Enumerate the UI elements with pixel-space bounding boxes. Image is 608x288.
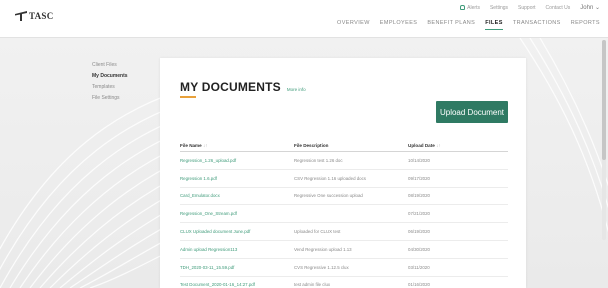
column-header-file-name[interactable]: File Name ↓↑: [180, 143, 294, 148]
table-row: Admin upload Regression113 Vend Regressi…: [180, 241, 508, 259]
sort-icon: ↓↑: [436, 143, 441, 148]
title-row: MY DOCUMENTS More info: [180, 80, 306, 94]
top-bar: TASC Alerts Settings Support Contact Us …: [0, 0, 608, 38]
documents-table: File Name ↓↑ File Description Upload Dat…: [180, 140, 508, 288]
sort-icon: ↓↑: [202, 143, 208, 148]
upload-date: 07/21/2020: [408, 211, 430, 217]
nav-employees[interactable]: EMPLOYEES: [380, 20, 418, 30]
upload-date: 04/30/2020: [408, 246, 430, 252]
sidebar-menu: Client Files My Documents Templates File…: [92, 62, 128, 101]
table-row: Card_Emulator.docx Regressive One succes…: [180, 188, 508, 206]
upload-date: 06/19/2020: [408, 229, 430, 235]
utility-nav: Alerts Settings Support Contact Us John …: [460, 4, 600, 11]
file-name-link[interactable]: Regression 1.6.pdf: [180, 176, 294, 181]
file-description: Regression test 1.26 doc: [294, 157, 343, 163]
sidebar-item-file-settings[interactable]: File Settings: [92, 95, 128, 101]
file-description: CVS Regressive 1.12.5 clux: [294, 264, 349, 270]
table-header: File Name ↓↑ File Description Upload Dat…: [180, 140, 508, 152]
file-name-link[interactable]: Regression_1.26_upload.pdf: [180, 158, 294, 163]
page-title: MY DOCUMENTS: [180, 80, 281, 94]
scrollbar-thumb[interactable]: [602, 40, 606, 160]
table-row: TDH_2020-03-11_15.59.pdf CVS Regressive …: [180, 259, 508, 277]
nav-transactions[interactable]: TRANSACTIONS: [513, 20, 561, 30]
upload-date: 03/11/2020: [408, 264, 430, 270]
alerts-link[interactable]: Alerts: [460, 5, 480, 11]
nav-overview[interactable]: OVERVIEW: [337, 20, 370, 30]
table-row: Test Document_2020-01-16_14:27.pdf test …: [180, 277, 508, 288]
support-link[interactable]: Support: [518, 5, 536, 11]
nav-files[interactable]: FILES: [485, 20, 503, 30]
nav-benefit-plans[interactable]: BENEFIT PLANS: [427, 20, 475, 30]
file-description: Regressive One succession upload: [294, 193, 363, 199]
sidebar-item-templates[interactable]: Templates: [92, 84, 128, 90]
upload-date: 01/16/2020: [408, 282, 430, 288]
file-name-link[interactable]: TDH_2020-03-11_15.59.pdf: [180, 265, 294, 270]
file-description: Uploaded for CLUX test: [294, 229, 341, 235]
table-row: CLUX Uploaded document June.pdf Uploaded…: [180, 223, 508, 241]
sidebar-item-my-documents[interactable]: My Documents: [92, 73, 128, 79]
table-row: Regression_1.26_upload.pdf Regression te…: [180, 152, 508, 170]
nav-reports[interactable]: REPORTS: [571, 20, 600, 30]
alerts-label: Alerts: [467, 4, 480, 11]
column-header-upload-date[interactable]: Upload Date ↓↑: [408, 143, 508, 148]
file-name-link[interactable]: Test Document_2020-01-16_14:27.pdf: [180, 282, 294, 287]
main-nav: OVERVIEW EMPLOYEES BENEFIT PLANS FILES T…: [337, 20, 600, 30]
page-scrollbar[interactable]: [602, 40, 606, 240]
bell-icon: [460, 5, 466, 10]
tasc-logo-icon: [15, 11, 27, 21]
upload-document-button[interactable]: Upload Document: [436, 101, 508, 123]
title-underline: [180, 96, 196, 98]
file-name-link[interactable]: Regression_One_Stream.pdf: [180, 211, 294, 216]
file-name-link[interactable]: Card_Emulator.docx: [180, 193, 294, 198]
more-info-link[interactable]: More info: [287, 87, 306, 92]
settings-link[interactable]: Settings: [490, 5, 508, 11]
sidebar-item-client-files[interactable]: Client Files: [92, 62, 128, 68]
upload-date: 09/17/2020: [408, 175, 430, 181]
logo-text: TASC: [29, 11, 54, 21]
table-row: Regression_One_Stream.pdf 07/21/2020: [180, 205, 508, 224]
table-row: Regression 1.6.pdf CSV Regression 1.16 u…: [180, 170, 508, 188]
file-name-link[interactable]: Admin upload Regression113: [180, 247, 294, 252]
file-description: Vend Regression upload 1.13: [294, 246, 352, 252]
tasc-logo[interactable]: TASC: [14, 10, 54, 22]
file-name-link[interactable]: CLUX Uploaded document June.pdf: [180, 229, 294, 234]
contact-link[interactable]: Contact Us: [546, 5, 571, 11]
column-header-file-description: File Description: [294, 143, 329, 148]
upload-date: 10/14/2020: [408, 157, 430, 163]
file-description: test admin file clux: [294, 282, 331, 288]
user-name: John: [580, 5, 594, 11]
documents-card: MY DOCUMENTS More info Upload Document F…: [160, 58, 526, 288]
file-description: CSV Regression 1.16 uploaded docs: [294, 175, 367, 181]
upload-date: 08/19/2020: [408, 193, 430, 199]
chevron-down-icon: ⌄: [594, 5, 600, 11]
user-menu[interactable]: John ⌄: [580, 4, 600, 11]
